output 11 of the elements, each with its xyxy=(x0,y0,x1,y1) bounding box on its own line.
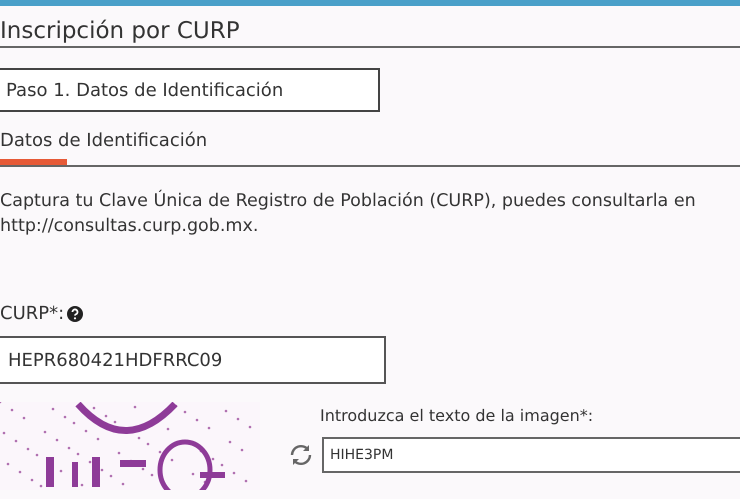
active-tab-indicator xyxy=(0,159,67,165)
step-indicator: Paso 1. Datos de Identificación xyxy=(0,68,380,112)
curp-input[interactable]: HEPR680421HDFRRC09 xyxy=(0,336,386,384)
field-label: CURP*: xyxy=(0,303,64,324)
help-icon[interactable] xyxy=(67,306,84,322)
instructions-text: Captura tu Clave Única de Registro de Población (CURP), puedes consultarla en http://consultas.curp.gob.mx. xyxy=(0,189,697,238)
page-title: Inscripción por CURP xyxy=(0,17,241,46)
tab[interactable]: Datos de Identificación xyxy=(0,130,208,165)
refresh-icon[interactable] xyxy=(288,442,314,468)
captcha-input[interactable]: HIHE3PM xyxy=(322,437,740,473)
captcha-label: Introduzca el texto de la imagen*: xyxy=(320,406,594,425)
